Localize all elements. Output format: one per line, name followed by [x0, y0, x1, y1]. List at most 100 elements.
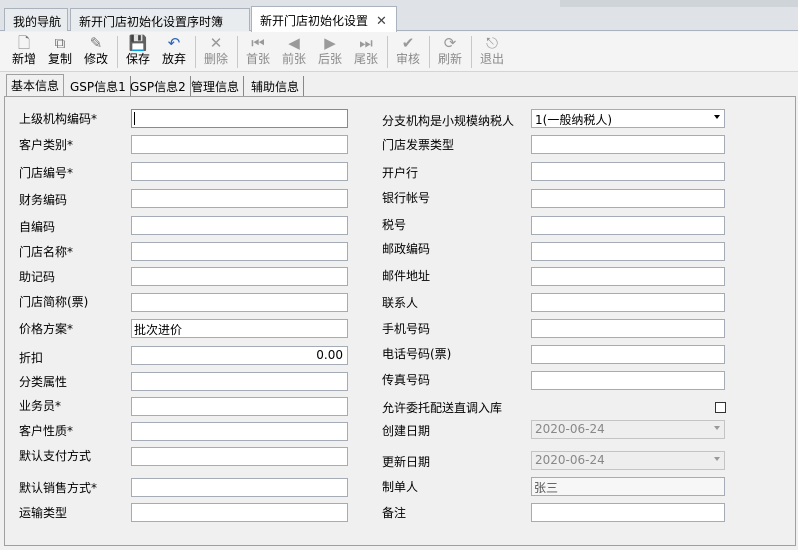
tab-my-navigation[interactable]: 我的导航 — [4, 8, 68, 31]
abandon-button[interactable]: ↶ 放弃 — [156, 33, 192, 69]
transport-type-input[interactable] — [131, 503, 348, 522]
discount-input[interactable]: 0.00 — [131, 346, 348, 365]
audit-button[interactable]: ✔ 审核 — [390, 33, 426, 69]
text-caret — [134, 112, 135, 125]
created-date-picker[interactable]: 2020-06-24 — [531, 420, 725, 439]
toolbar-separator — [429, 36, 430, 68]
finance-code-input[interactable] — [131, 189, 348, 208]
field-value: 2020-06-24 — [535, 422, 605, 436]
tab-label: 新开门店初始化设置 — [260, 14, 369, 28]
salesperson-input[interactable] — [131, 397, 348, 416]
exit-door-icon: ⎋ — [486, 34, 498, 52]
tab-bar-strip — [560, 0, 798, 7]
field-label: 创建日期 — [382, 424, 431, 438]
mobile-number-input[interactable] — [531, 319, 725, 338]
prev-label: 前张 — [281, 52, 306, 66]
field-label: 允许委托配送直调入库 — [382, 401, 503, 415]
exit-button[interactable]: ⎋ 退出 — [474, 33, 510, 69]
refresh-button[interactable]: ⟳ 刷新 — [432, 33, 468, 69]
field-label: 客户类别* — [19, 138, 74, 152]
next-button[interactable]: ▶ 后张 — [312, 33, 348, 69]
customer-category-input[interactable] — [131, 135, 348, 154]
field-label: 电话号码(票) — [382, 347, 452, 361]
edit-icon: ✎ — [89, 34, 103, 52]
category-attribute-input[interactable] — [131, 372, 348, 391]
opening-bank-input[interactable] — [531, 162, 725, 181]
prev-button[interactable]: ◀ 前张 — [276, 33, 312, 69]
delete-label: 删除 — [203, 52, 228, 66]
tab-label: 管理信息 — [191, 80, 240, 94]
audit-label: 审核 — [395, 52, 420, 66]
document-tab-bar: 我的导航 新开门店初始化设置序时簿 新开门店初始化设置 ✕ — [0, 0, 798, 32]
field-label: 客户性质* — [19, 424, 74, 438]
invoice-type-input[interactable] — [531, 135, 725, 154]
form-tab-bar: 基本信息 GSP信息1 GSP信息2 管理信息 辅助信息 — [0, 74, 798, 97]
parent-org-code-input[interactable] — [131, 109, 348, 128]
new-button[interactable]: 🗋 新增 — [6, 33, 42, 69]
tab-store-init-list[interactable]: 新开门店初始化设置序时簿 — [70, 8, 250, 31]
updated-date-picker[interactable]: 2020-06-24 — [531, 451, 725, 470]
tab-store-init-settings[interactable]: 新开门店初始化设置 ✕ — [251, 6, 397, 32]
tab-basic-info[interactable]: 基本信息 — [6, 74, 65, 97]
field-label: 运输类型 — [19, 506, 68, 520]
bank-account-input[interactable] — [531, 189, 725, 208]
new-document-icon: 🗋 — [17, 34, 31, 52]
mnemonic-code-input[interactable] — [131, 267, 348, 286]
default-payment-method-input[interactable] — [131, 447, 348, 466]
save-button[interactable]: 💾 保存 — [120, 33, 156, 69]
close-icon[interactable]: ✕ — [376, 14, 387, 29]
tab-label: 辅助信息 — [251, 80, 300, 94]
remarks-input[interactable] — [531, 503, 725, 522]
previous-icon: ◀ — [288, 34, 300, 52]
tab-label: 基本信息 — [11, 79, 60, 93]
undo-icon: ↶ — [167, 34, 181, 52]
field-value: 批次进价 — [134, 323, 183, 337]
tax-number-input[interactable] — [531, 216, 725, 235]
chevron-down-icon — [714, 115, 720, 119]
last-record-icon: ⏭ — [359, 34, 373, 52]
tab-gsp-info-1[interactable]: GSP信息1 — [66, 76, 131, 96]
field-value: 2020-06-24 — [535, 453, 605, 467]
field-label: 传真号码 — [382, 373, 431, 387]
self-code-input[interactable] — [131, 216, 348, 235]
field-label: 自编码 — [19, 220, 56, 234]
toolbar-separator — [195, 36, 196, 68]
email-address-input[interactable] — [531, 267, 725, 286]
audit-stamp-icon: ✔ — [401, 34, 415, 52]
default-sales-method-input[interactable] — [131, 478, 348, 497]
last-button[interactable]: ⏭ 尾张 — [348, 33, 384, 69]
edit-button[interactable]: ✎ 修改 — [78, 33, 114, 69]
toolbar-separator — [117, 36, 118, 68]
delete-button[interactable]: ✕ 删除 — [198, 33, 234, 69]
field-label: 邮政编码 — [382, 242, 431, 256]
store-name-input[interactable] — [131, 242, 348, 261]
tab-management-info[interactable]: 管理信息 — [187, 76, 245, 96]
copy-button[interactable]: ⧉ 复制 — [42, 33, 78, 69]
postal-code-input[interactable] — [531, 242, 725, 261]
tab-gsp-info-2[interactable]: GSP信息2 — [126, 76, 191, 96]
first-button[interactable]: ⏮ 首张 — [240, 33, 276, 69]
last-label: 尾张 — [353, 52, 378, 66]
first-label: 首张 — [245, 52, 270, 66]
customer-nature-input[interactable] — [131, 422, 348, 441]
field-label: 税号 — [382, 218, 407, 232]
creator-input[interactable]: 张三 — [531, 477, 725, 496]
field-label: 折扣 — [19, 351, 44, 365]
chevron-down-icon — [714, 426, 720, 430]
field-label: 默认销售方式* — [19, 481, 98, 495]
store-short-name-input[interactable] — [131, 293, 348, 312]
phone-number-input[interactable] — [531, 345, 725, 364]
toolbar: 🗋 新增 ⧉ 复制 ✎ 修改 💾 保存 ↶ 放弃 ✕ 删除 ⏮ 首张 ◀ 前张 ▶ 后张 ⏭ 尾张 … — [0, 32, 798, 72]
price-plan-input[interactable]: 批次进价 — [131, 319, 348, 338]
allow-consignment-checkbox[interactable] — [715, 402, 726, 413]
first-record-icon: ⏮ — [251, 34, 265, 52]
abandon-label: 放弃 — [161, 52, 186, 66]
store-number-input[interactable] — [131, 162, 348, 181]
exit-label: 退出 — [479, 52, 504, 66]
tab-label: 我的导航 — [13, 15, 62, 29]
fax-number-input[interactable] — [531, 371, 725, 390]
field-label: 更新日期 — [382, 455, 431, 469]
small-taxpayer-select[interactable]: 1(一般纳税人) — [531, 109, 725, 128]
contact-person-input[interactable] — [531, 293, 725, 312]
tab-auxiliary-info[interactable]: 辅助信息 — [247, 76, 305, 96]
